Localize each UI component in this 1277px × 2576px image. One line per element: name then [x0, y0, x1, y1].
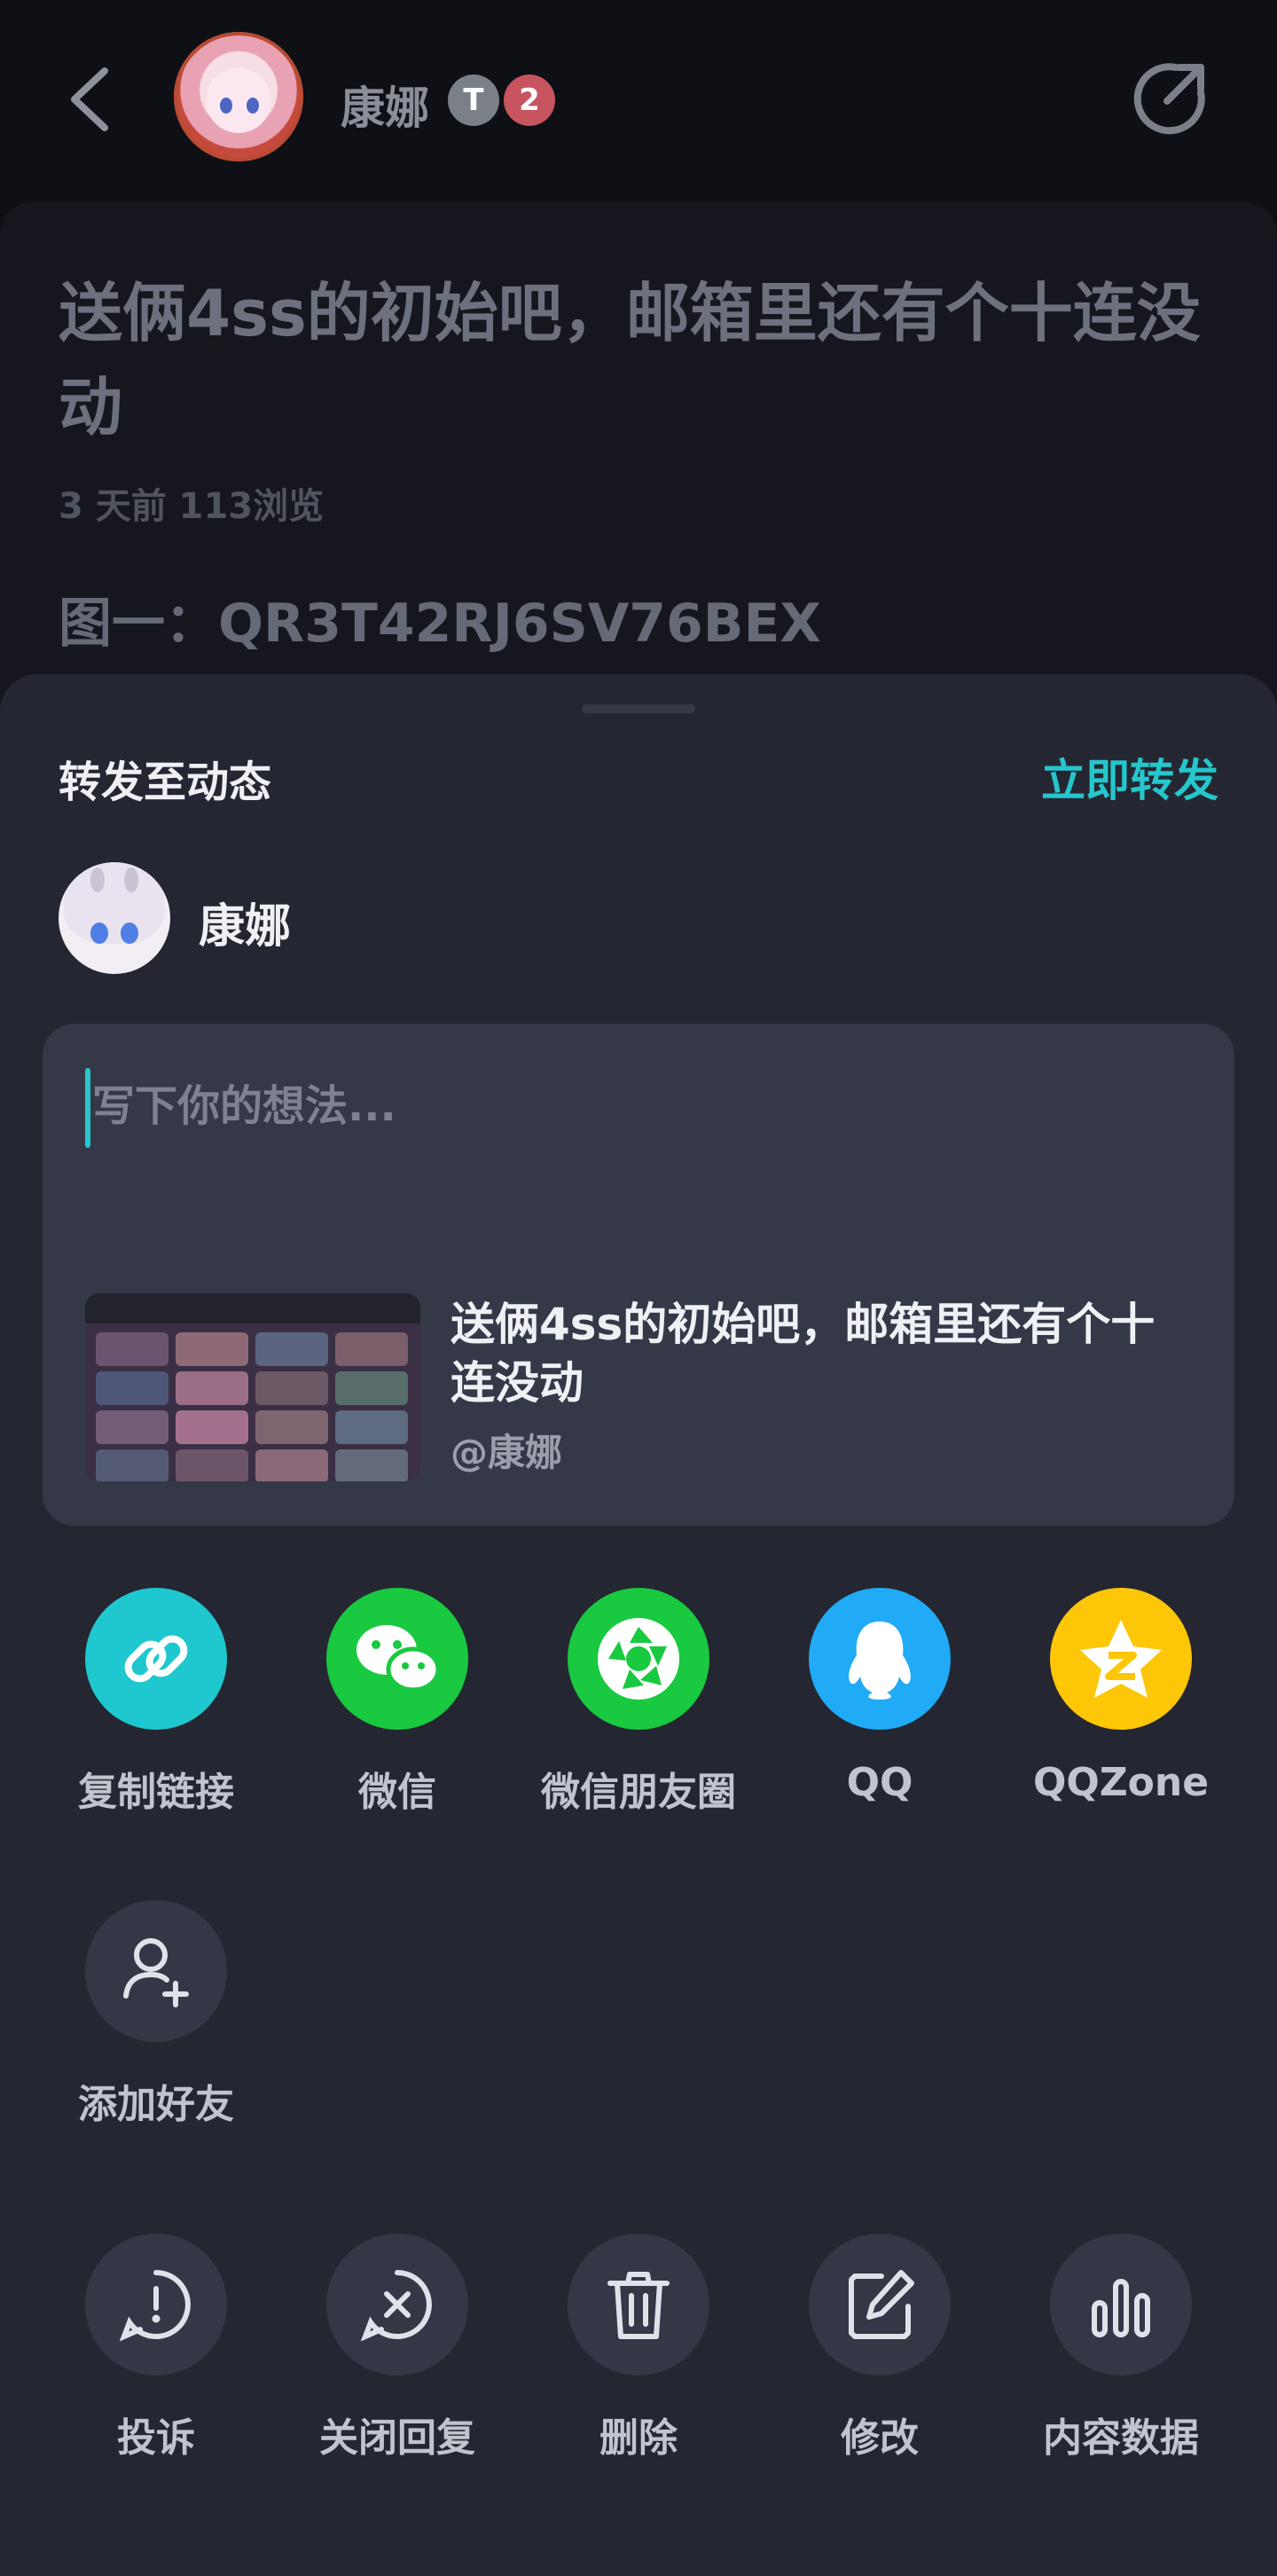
add-friend-icon[interactable]	[85, 1900, 227, 2042]
close-reply-icon[interactable]	[326, 2234, 468, 2376]
referenced-post-author: @康娜	[450, 1431, 563, 1474]
thumbnail-card	[176, 1449, 248, 1481]
share-label: QQZone	[1032, 1760, 1210, 1805]
my-name: 康娜	[199, 900, 292, 954]
share-label: 复制链接	[78, 1770, 234, 1815]
sheet-drag-handle[interactable]	[582, 704, 695, 713]
delete-button[interactable]: 删除	[518, 2234, 759, 2462]
author-name[interactable]: 康娜	[341, 73, 429, 137]
share-qzone[interactable]: QQZone	[1000, 1588, 1242, 1805]
thumbnail-card	[96, 1371, 168, 1405]
post-title: 送俩4ss的初始吧，邮箱里还有个十连没动	[59, 276, 1201, 444]
thumbnail-card	[335, 1332, 408, 1366]
avatar-horn	[124, 868, 138, 892]
wechat-icon[interactable]	[326, 1588, 468, 1730]
action-label: 关闭回复	[319, 2415, 475, 2461]
thumbnail-header	[85, 1293, 420, 1323]
thumbnail-card	[255, 1449, 328, 1481]
thumbnail-card	[96, 1332, 168, 1366]
post-code-line: 图一：QR3T42RJ6SV76BEX	[59, 593, 821, 655]
thumbnail-card	[176, 1332, 248, 1366]
close-reply-button[interactable]: 关闭回复	[277, 2234, 518, 2462]
thumbnail-card	[176, 1371, 248, 1405]
thumbnail-card	[335, 1410, 408, 1444]
avatar-eye	[247, 98, 259, 114]
share-icon[interactable]	[1132, 59, 1210, 137]
thumbnail-card	[335, 1449, 408, 1481]
qzone-icon[interactable]	[1050, 1588, 1192, 1730]
link-icon[interactable]	[85, 1588, 227, 1730]
qq-icon[interactable]	[809, 1588, 951, 1730]
thumbnail-card	[255, 1371, 328, 1405]
author-avatar[interactable]	[174, 32, 303, 161]
share-moments[interactable]: 微信朋友圈	[518, 1588, 759, 1817]
action-label: 删除	[599, 2415, 678, 2461]
action-label: 投诉	[117, 2415, 195, 2461]
edit-icon[interactable]	[809, 2234, 951, 2376]
content-stats-button[interactable]: 内容数据	[1000, 2234, 1242, 2462]
share-wechat[interactable]: 微信	[277, 1588, 518, 1817]
avatar-eye	[220, 98, 232, 114]
referenced-post-title: 送俩4ss的初始吧，邮箱里还有个十连没动	[450, 1299, 1156, 1409]
post-meta: 3 天前 113浏览	[59, 486, 325, 527]
thumbnail-card	[255, 1410, 328, 1444]
add-friend-button[interactable]: 添加好友	[35, 1900, 277, 2129]
avatar-horn	[90, 868, 105, 892]
thumbnail-card	[335, 1371, 408, 1405]
share-label: 微信朋友圈	[541, 1770, 736, 1815]
action-label: 内容数据	[1043, 2415, 1199, 2461]
back-arrow-icon[interactable]	[64, 64, 117, 135]
report-icon[interactable]	[85, 2234, 227, 2376]
share-label: QQ	[846, 1760, 913, 1805]
share-qq[interactable]: QQ	[759, 1588, 1000, 1805]
stats-icon[interactable]	[1050, 2234, 1192, 2376]
post-thumbnail	[85, 1293, 420, 1481]
share-label: 添加好友	[78, 2082, 234, 2127]
sheet-title: 转发至动态	[59, 758, 272, 807]
edit-button[interactable]: 修改	[759, 2234, 1000, 2462]
thoughts-input[interactable]	[90, 1070, 1158, 1143]
avatar-hair	[64, 862, 165, 944]
moments-icon[interactable]	[568, 1588, 709, 1730]
avatar-eye	[90, 923, 108, 944]
share-label: 微信	[358, 1770, 436, 1815]
report-button[interactable]: 投诉	[35, 2234, 277, 2462]
thumbnail-card	[96, 1410, 168, 1444]
my-avatar	[59, 862, 170, 974]
action-label: 修改	[841, 2415, 919, 2461]
level-badge: 2	[504, 75, 555, 126]
avatar-eye	[121, 923, 138, 944]
trash-icon[interactable]	[568, 2234, 709, 2376]
thumbnail-card	[255, 1332, 328, 1366]
title-badge: T	[448, 75, 499, 126]
thumbnail-card	[176, 1410, 248, 1444]
forward-now-button[interactable]: 立即转发	[1041, 745, 1218, 809]
share-copy-link[interactable]: 复制链接	[35, 1588, 277, 1817]
thumbnail-card	[96, 1449, 168, 1481]
avatar-face	[206, 67, 271, 133]
